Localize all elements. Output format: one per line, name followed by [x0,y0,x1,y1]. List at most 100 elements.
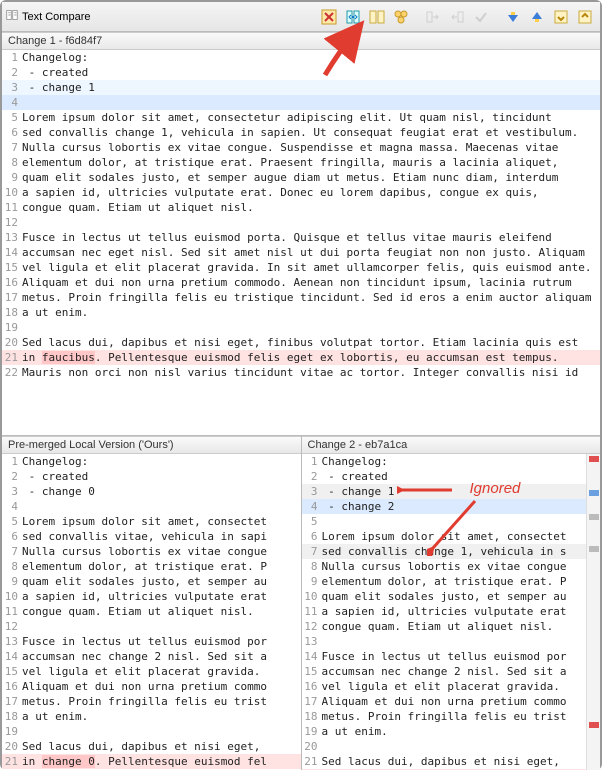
code-line[interactable]: 1Changelog: [2,454,301,469]
line-text: vel ligula et elit placerat gravida. [322,679,601,694]
code-line[interactable]: 5Lorem ipsum dolor sit amet, consectetur… [2,110,600,125]
code-line[interactable]: 11congue quam. Etiam ut aliquet nisl. [2,200,600,215]
code-line[interactable]: 17Aliquam et dui non urna pretium commo [302,694,601,709]
code-line[interactable]: 8Nulla cursus lobortis ex vitae congue [302,559,601,574]
code-line[interactable]: 11congue quam. Etiam ut aliquet nisl. [2,604,301,619]
line-text: - change 2 [322,499,601,514]
code-line[interactable]: 20Sed lacus dui, dapibus et nisi eget, f… [2,335,600,350]
toggle-ancestor-button[interactable] [318,6,340,28]
line-text: congue quam. Etiam ut aliquet nisl. [22,604,301,619]
code-line[interactable]: 7Nulla cursus lobortis ex vitae congue. … [2,140,600,155]
bottom-left-pane[interactable]: 1Changelog:2 - created3 - change 045Lore… [2,454,301,770]
code-line[interactable]: 5 [302,514,601,529]
code-line[interactable]: 14Fusce in lectus ut tellus euismod por [302,649,601,664]
code-line[interactable]: 9quam elit sodales justo, et semper augu… [2,170,600,185]
line-text: Nulla cursus lobortis ex vitae congue. S… [22,140,600,155]
next-diff-button[interactable] [502,6,524,28]
code-line[interactable]: 6Lorem ipsum dolor sit amet, consectet [302,529,601,544]
code-line[interactable]: 19 [2,320,600,335]
code-line[interactable]: 21in faucibus. Pellentesque euismod feli… [2,350,600,365]
line-text: in faucibus. Pellentesque euismod felis … [22,350,600,365]
code-line[interactable]: 14accumsan nec change 2 nisl. Sed sit a [2,649,301,664]
line-text: a ut enim. [322,724,601,739]
code-line[interactable]: 21Sed lacus dui, dapibus et nisi eget, [302,754,601,769]
line-number: 3 [302,484,322,499]
code-line[interactable]: 1Changelog: [2,50,600,65]
code-line[interactable]: 12 [2,215,600,230]
bottom-right-pane[interactable]: 1Changelog:2 - created3 - change 14 - ch… [302,454,601,770]
code-line[interactable]: 13Fusce in lectus ut tellus euismod port… [2,230,600,245]
line-text: congue quam. Etiam ut aliquet nisl. [322,619,601,634]
code-line[interactable]: 5Lorem ipsum dolor sit amet, consectet [2,514,301,529]
prev-change-button[interactable] [574,6,596,28]
code-line[interactable]: 14accumsan nec eget nisl. Sed sit amet n… [2,245,600,260]
code-line[interactable]: 6sed convallis vitae, vehicula in sapi [2,529,301,544]
prev-diff-button[interactable] [526,6,548,28]
code-line[interactable]: 11a sapien id, ultricies vulputate erat [302,604,601,619]
code-line[interactable]: 10a sapien id, ultricies vulputate erat.… [2,185,600,200]
code-line[interactable]: 7sed convallis change 1, vehicula in s [302,544,601,559]
overview-ruler[interactable] [586,454,600,770]
code-line[interactable]: 4 [2,499,301,514]
code-line[interactable]: 9quam elit sodales justo, et semper au [2,574,301,589]
next-change-button[interactable] [550,6,572,28]
code-line[interactable]: 3 - change 1 [2,80,600,95]
code-line[interactable]: 19 [2,724,301,739]
line-text [22,215,600,230]
line-number: 11 [2,604,22,619]
code-line[interactable]: 19a ut enim. [302,724,601,739]
code-line[interactable]: 17metus. Proin fringilla felis eu tristi… [2,290,600,305]
code-line[interactable]: 7Nulla cursus lobortis ex vitae congue [2,544,301,559]
code-line[interactable]: 2 - created [2,65,600,80]
code-line[interactable]: 8elementum dolor, at tristique erat. P [2,559,301,574]
code-line[interactable]: 13Fusce in lectus ut tellus euismod por [2,634,301,649]
two-way-compare-button[interactable] [366,6,388,28]
line-number: 17 [2,290,22,305]
code-line[interactable]: 18metus. Proin fringilla felis eu trist [302,709,601,724]
code-line[interactable]: 6sed convallis change 1, vehicula in sap… [2,125,600,140]
code-line[interactable]: 12 [2,619,301,634]
code-line[interactable]: 18a ut enim. [2,709,301,724]
code-line[interactable]: 10a sapien id, ultricies vulputate erat [2,589,301,604]
code-line[interactable]: 12congue quam. Etiam ut aliquet nisl. [302,619,601,634]
code-line[interactable]: 2 - created [2,469,301,484]
code-line[interactable]: 20Sed lacus dui, dapibus et nisi eget, [2,739,301,754]
code-line[interactable]: 15vel ligula et elit placerat gravida. [2,664,301,679]
code-line[interactable]: 1Changelog: [302,454,601,469]
code-line[interactable]: 2 - created [302,469,601,484]
copy-left-to-right-button[interactable] [422,6,444,28]
code-line[interactable]: 3 - change 0 [2,484,301,499]
code-line[interactable]: 16Aliquam et dui non urna pretium commod… [2,275,600,290]
code-line[interactable]: 22Mauris non orci non nisl varius tincid… [2,365,600,380]
code-line[interactable]: 3 - change 1 [302,484,601,499]
top-pane[interactable]: 1Changelog:2 - created3 - change 145Lore… [2,50,600,436]
code-line[interactable]: 16Aliquam et dui non urna pretium commo [2,679,301,694]
copy-right-to-left-button[interactable] [446,6,468,28]
code-line[interactable]: 4 - change 2 [302,499,601,514]
code-line[interactable]: 10quam elit sodales justo, et semper au [302,589,601,604]
line-text: Sed lacus dui, dapibus et nisi eget, [322,754,601,769]
code-line[interactable]: 15accumsan nec change 2 nisl. Sed sit a [302,664,601,679]
three-way-compare-button[interactable] [390,6,412,28]
code-line[interactable]: 18a ut enim. [2,305,600,320]
line-text: a ut enim. [22,709,301,724]
line-number: 18 [302,709,322,724]
code-line[interactable]: 4 [2,95,600,110]
toolbar-title-group: Text Compare [6,9,90,24]
line-number: 5 [2,514,22,529]
code-line[interactable]: 20 [302,739,601,754]
code-line[interactable]: 15vel ligula et elit placerat gravida. I… [2,260,600,275]
code-line[interactable]: 9elementum dolor, at tristique erat. P [302,574,601,589]
sync-scroll-button[interactable] [342,6,364,28]
code-line[interactable]: 21in change 0. Pellentesque euismod fel [2,754,301,769]
line-number: 2 [302,469,322,484]
code-line[interactable]: 16vel ligula et elit placerat gravida. [302,679,601,694]
line-number: 14 [2,245,22,260]
line-number: 19 [2,320,22,335]
code-line[interactable]: 17metus. Proin fringilla felis eu trist [2,694,301,709]
code-line[interactable]: 8elementum dolor, at tristique erat. Pra… [2,155,600,170]
code-line[interactable]: 13 [302,634,601,649]
line-number: 17 [2,694,22,709]
accept-button[interactable] [470,6,492,28]
line-text: Sed lacus dui, dapibus et nisi eget, [22,739,301,754]
